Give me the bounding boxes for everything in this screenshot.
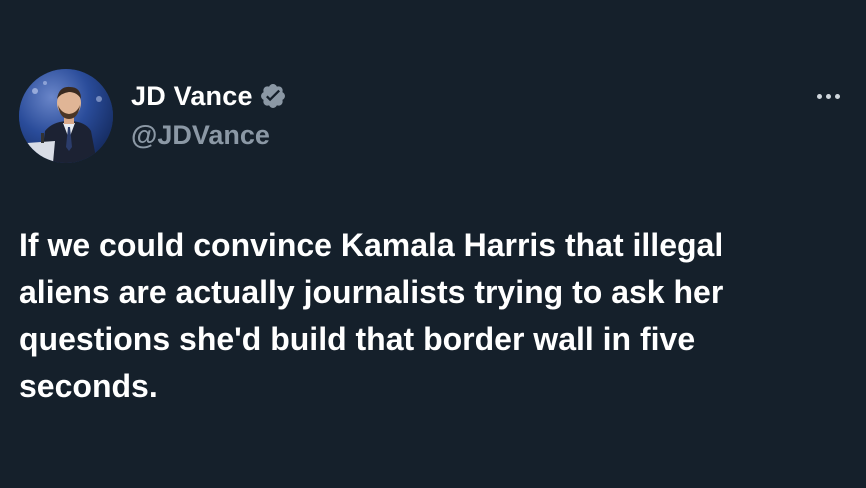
tweet-text: If we could convince Kamala Harris that … bbox=[19, 227, 724, 404]
display-name[interactable]: JD Vance bbox=[131, 81, 253, 112]
tweet-card: JD Vance @JDVance If we could convince K… bbox=[0, 0, 866, 488]
author-handle[interactable]: @JDVance bbox=[131, 120, 270, 151]
more-dots-icon bbox=[825, 93, 831, 99]
more-dots-icon bbox=[834, 93, 840, 99]
author-name-row: JD Vance bbox=[131, 78, 287, 114]
avatar[interactable] bbox=[19, 69, 113, 163]
avatar-photo-icon bbox=[19, 69, 113, 163]
more-dots-icon bbox=[816, 93, 822, 99]
verified-badge-icon bbox=[259, 82, 287, 110]
more-options-button[interactable] bbox=[808, 86, 848, 106]
